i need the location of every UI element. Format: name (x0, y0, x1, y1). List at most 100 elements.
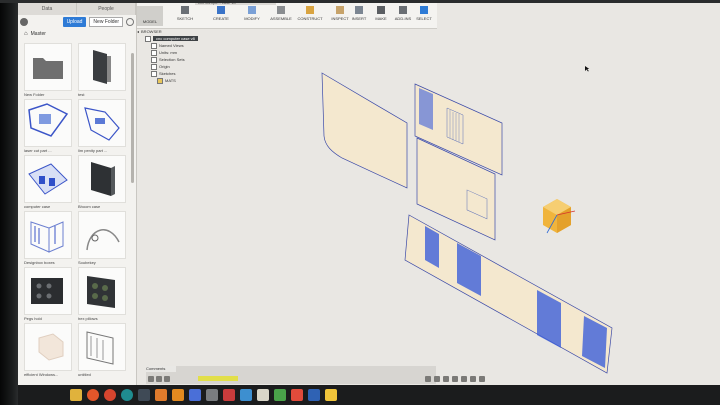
browser-root[interactable]: cnc computer case v8 (137, 35, 221, 42)
list-item[interactable]: Soubekey (78, 211, 126, 267)
browser-row[interactable]: Origin (137, 63, 221, 70)
app-icon[interactable] (291, 389, 303, 401)
insert-label: INSERT (351, 16, 367, 21)
assemble-label: ASSEMBLE (270, 16, 292, 21)
item-label: computer case (24, 204, 51, 209)
item-label: hex pillows (78, 316, 98, 321)
browser-row[interactable]: Selection Sets (137, 56, 221, 63)
panel-scrollbar[interactable] (131, 53, 134, 183)
orbit-icon[interactable] (425, 376, 431, 382)
app-icon[interactable] (240, 389, 252, 401)
workspace-switcher[interactable]: MODEL (137, 6, 163, 26)
tab-data[interactable]: Data (18, 3, 77, 15)
browser-row[interactable]: MATS (137, 77, 221, 84)
construct-menu[interactable]: CONSTRUCT (293, 6, 327, 26)
item-label: efficient Windows... (24, 372, 59, 377)
screen: Data People Upload New Folder ⌂ Master N… (0, 0, 720, 405)
app-icon[interactable] (274, 389, 286, 401)
photoshop-icon[interactable] (138, 389, 150, 401)
item-label: New Folder (24, 92, 45, 97)
chrome-icon[interactable] (104, 389, 116, 401)
panel-tabs: Data People (18, 3, 136, 15)
vlc-icon[interactable] (172, 389, 184, 401)
list-item[interactable]: Bhoom case (78, 155, 126, 211)
grid-icon[interactable] (470, 376, 476, 382)
sketch-menu[interactable]: SKETCH (172, 6, 198, 26)
tab-people[interactable]: People (77, 3, 136, 15)
list-item[interactable]: untitled (78, 323, 126, 379)
item-label: test (78, 92, 85, 97)
folder-icon (24, 43, 72, 91)
assemble-icon (277, 6, 285, 14)
create-menu[interactable]: CREATE (207, 6, 235, 26)
construct-label: CONSTRUCT (297, 16, 323, 21)
new-folder-button[interactable]: New Folder (89, 17, 123, 27)
visibility-icon[interactable] (145, 35, 151, 42)
app-icon[interactable] (308, 389, 320, 401)
display-settings-icon[interactable] (461, 376, 467, 382)
inspect-icon (336, 6, 344, 14)
step-back-icon[interactable] (148, 376, 154, 382)
monitor-bezel (0, 0, 18, 405)
fusion-icon[interactable] (155, 389, 167, 401)
browser-header[interactable]: ◂ BROWSER (137, 28, 221, 35)
firefox-icon[interactable] (87, 389, 99, 401)
list-item[interactable]: New Folder (24, 43, 72, 99)
frame-thumb-icon (78, 323, 126, 371)
item-label: Bhoom case (78, 204, 101, 209)
add-icon[interactable] (126, 18, 134, 26)
pan-icon[interactable] (434, 376, 440, 382)
browser-row[interactable]: Sketches (137, 70, 221, 77)
taskbar (18, 385, 720, 405)
timeline[interactable] (146, 366, 436, 384)
list-item[interactable]: efficient Windows... (24, 323, 72, 379)
app-icon[interactable] (206, 389, 218, 401)
list-item[interactable]: laser cut part ... (24, 99, 72, 155)
app-icon[interactable] (325, 389, 337, 401)
modify-menu[interactable]: MODIFY (239, 6, 265, 26)
breadcrumb[interactable]: ⌂ Master (18, 29, 136, 39)
zoom-icon[interactable] (443, 376, 449, 382)
assembly-thumb-icon (78, 99, 126, 147)
app-icon[interactable] (257, 389, 269, 401)
upload-button[interactable]: Upload (62, 17, 87, 27)
gear-icon[interactable] (20, 18, 28, 26)
arduino-icon[interactable] (121, 389, 133, 401)
browser-row[interactable]: Named Views (137, 42, 221, 49)
item-label: Soubekey (78, 260, 96, 265)
list-item[interactable]: Pegs hold (24, 267, 72, 323)
ghost-thumb-icon (24, 323, 72, 371)
home-icon[interactable]: ⌂ (24, 31, 28, 37)
comments-bar[interactable]: Comments (146, 366, 176, 372)
select-menu[interactable]: SELECT (414, 6, 434, 26)
wire-thumb-icon (24, 211, 72, 259)
viewports-icon[interactable] (479, 376, 485, 382)
timeline-features[interactable] (198, 376, 238, 381)
browser-row-label: Sketches (159, 71, 176, 76)
hex-thumb-icon (78, 267, 126, 315)
browser-row[interactable]: Units: mm (137, 49, 221, 56)
list-item[interactable]: hex pillows (78, 267, 126, 323)
pegboard-thumb-icon (24, 267, 72, 315)
list-item[interactable]: lim penity part ... (78, 99, 126, 155)
list-item[interactable]: Designbox boxes (24, 211, 72, 267)
insert-icon (355, 6, 363, 14)
select-icon (420, 6, 428, 14)
app-icon[interactable] (223, 389, 235, 401)
folder-icon[interactable] (70, 389, 82, 401)
add-ins-menu[interactable]: ADD-INS (390, 6, 416, 26)
list-item[interactable]: computer case (24, 155, 72, 211)
design-canvas[interactable] (137, 28, 720, 378)
app-icon[interactable] (189, 389, 201, 401)
play-icon[interactable] (156, 376, 162, 382)
collapse-icon[interactable]: ◂ (137, 29, 139, 34)
make-menu[interactable]: MAKE (370, 6, 392, 26)
assemble-menu[interactable]: ASSEMBLE (266, 6, 296, 26)
fit-icon[interactable] (452, 376, 458, 382)
step-forward-icon[interactable] (164, 376, 170, 382)
item-label: Pegs hold (24, 316, 42, 321)
insert-menu[interactable]: INSERT (346, 6, 372, 26)
panel-actions: Upload New Folder (18, 15, 136, 29)
modify-icon (248, 6, 256, 14)
list-item[interactable]: test (78, 43, 126, 99)
